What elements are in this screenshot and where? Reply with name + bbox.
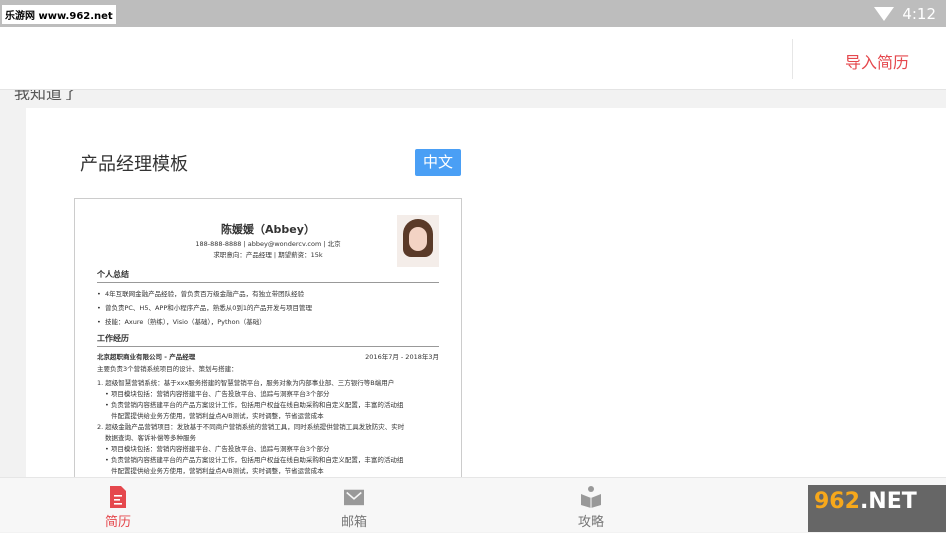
tab-resume[interactable]: 简历 bbox=[58, 478, 178, 533]
site-logo-watermark: 962.NET bbox=[808, 485, 946, 532]
work-heading: 工作经历 bbox=[97, 333, 439, 347]
summary-item: • 曾负责PC、H5、APP和小程序产品，熟悉从0到1的产品开发与项目管理 bbox=[97, 304, 313, 312]
summary-item: • 技能：Axure（熟练），Visio（基础），Python（基础） bbox=[97, 318, 266, 326]
work-line: 数据查询、客诉补偿等多种服务 bbox=[105, 434, 196, 442]
work-line: • 项目模块包括：营销内容搭建平台、广告投放平台、追踪与洞察平台3个部分 bbox=[105, 445, 330, 453]
work-intro: 主要负责3个营销系统项目的设计、策划与搭建： bbox=[97, 365, 238, 373]
resume-preview[interactable]: 陈媛媛（Abbey） 188-888-8888 | abbey@wondercv… bbox=[74, 198, 462, 488]
work-line: • 负责营销内容搭建平台的产品方案设计工作，包括用户权益在线自助采购和自定义配置… bbox=[105, 401, 404, 409]
header-divider bbox=[792, 39, 793, 79]
tab-guide[interactable]: 攻略 bbox=[531, 478, 651, 533]
template-title: 产品经理模板 bbox=[80, 154, 188, 175]
work-line: 件配置提供给业务方使用，营销利益点A/B测试，实时调整，节省运营成本 bbox=[111, 412, 324, 420]
app-header: 导入简历 bbox=[0, 27, 946, 90]
mail-icon bbox=[344, 489, 364, 506]
language-badge[interactable]: 中文 bbox=[415, 149, 461, 176]
work-line: 件配置提供给业务方使用，营销利益点A/B测试，实时调整，节省运营成本 bbox=[111, 467, 324, 475]
watermark: 乐游网 www.962.net bbox=[2, 5, 116, 24]
status-bar: 乐游网 www.962.net 4:12 bbox=[0, 0, 946, 27]
work-line: • 负责营销内容搭建平台的产品方案设计工作，包括用户权益在线自助采购和自定义配置… bbox=[105, 456, 404, 464]
tab-mailbox[interactable]: 邮箱 bbox=[294, 478, 414, 533]
tab-label: 简历 bbox=[104, 515, 131, 530]
tab-label: 攻略 bbox=[577, 515, 604, 530]
summary-heading: 个人总结 bbox=[97, 269, 439, 283]
work-line: 2. 超级金融产品营销项目：发放基于不同商户营销系统的营销工具，同时系统提供营销… bbox=[97, 423, 405, 431]
wifi-icon bbox=[874, 7, 894, 21]
resume-photo bbox=[397, 215, 439, 267]
tab-label: 邮箱 bbox=[340, 515, 367, 530]
book-reader-icon bbox=[581, 486, 601, 508]
work-line: 1. 超级智慧营销系统：基于xxx服务搭建的智慧营销平台，服务对象为内部事业部、… bbox=[97, 379, 395, 387]
import-resume-button[interactable]: 导入简历 bbox=[845, 49, 909, 73]
clock: 4:12 bbox=[902, 5, 936, 23]
work-line: • 项目模块包括：营销内容搭建平台、广告投放平台、追踪与洞察平台3个部分 bbox=[105, 390, 330, 398]
template-card[interactable]: 产品经理模板 中文 陈媛媛（Abbey） 188-888-8888 | abbe… bbox=[26, 108, 946, 488]
summary-item: • 4年互联网金融产品经验，曾负责百万级金融产品，有独立带团队经验 bbox=[97, 290, 305, 298]
period: 2016年7月 - 2018年3月 bbox=[365, 353, 439, 361]
resume-icon bbox=[110, 486, 126, 508]
bottom-nav: 简历 邮箱 攻略 bbox=[0, 477, 946, 532]
